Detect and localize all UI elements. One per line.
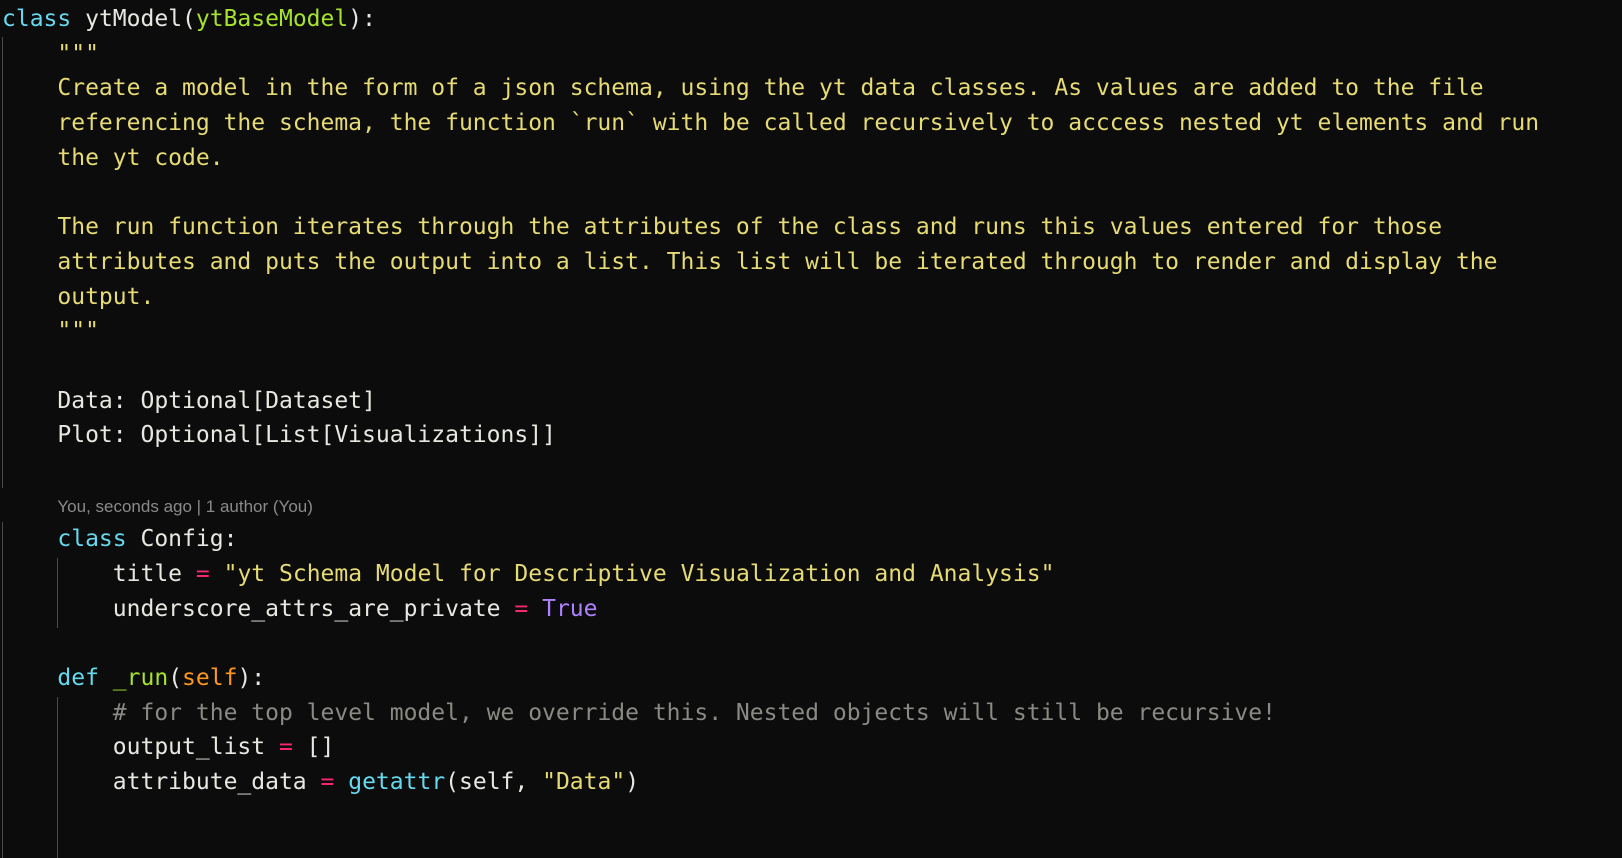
code-token: ):	[237, 665, 266, 692]
code-token: )	[625, 769, 640, 796]
code-line[interactable]	[2, 349, 1622, 384]
code-line[interactable]: the yt code.	[2, 141, 1622, 176]
code-editor[interactable]: class ytModel(ytBaseModel): """ Create a m…	[2, 2, 1622, 858]
indent-guide	[2, 37, 3, 488]
code-line[interactable]: output_list = []	[2, 730, 1622, 765]
indent-guide	[57, 697, 58, 858]
code-token: self	[182, 665, 238, 692]
code-line[interactable]: def _run(self):	[2, 661, 1622, 696]
code-line[interactable]: Create a model in the form of a json sch…	[2, 71, 1622, 106]
code-token: attributes and puts the output into a li…	[57, 248, 1498, 275]
code-token: =	[195, 561, 210, 587]
code-token: class	[57, 526, 127, 553]
code-line[interactable]	[2, 626, 1622, 661]
git-blame-annotation[interactable]: You, seconds ago | 1 author (You)	[2, 488, 1622, 523]
code-token: referencing the schema, the function `ru…	[57, 110, 1540, 137]
code-token: Config:	[126, 526, 238, 553]
code-token: Plot: Optional[List[Visualizations]]	[57, 422, 556, 449]
code-line[interactable]	[2, 175, 1622, 210]
code-line[interactable]: # for the top level model, we override t…	[2, 696, 1622, 731]
code-token: title	[112, 561, 196, 587]
code-token: ytModel(	[85, 6, 196, 32]
code-token: _run	[112, 665, 169, 692]
code-token: []	[292, 734, 335, 761]
code-token: output.	[57, 283, 155, 310]
code-token: =	[514, 595, 529, 622]
code-token: # for the top level model, we override t…	[112, 699, 1276, 726]
code-token: Create a model in the form of a json sch…	[57, 75, 1484, 102]
code-token: (self,	[445, 769, 543, 796]
code-line[interactable]: """	[2, 37, 1622, 72]
code-token: "yt Schema Model for Descriptive Visuali…	[223, 561, 1055, 587]
code-line[interactable]: class ytModel(ytBaseModel):	[2, 2, 1622, 37]
code-token: """	[57, 40, 99, 67]
code-token: =	[278, 734, 293, 761]
code-token: The run function iterates through the at…	[57, 214, 1443, 241]
code-line[interactable]: class Config:	[2, 522, 1622, 557]
indent-guide	[2, 522, 3, 858]
code-token: Data: Optional[Dataset]	[57, 387, 376, 414]
code-line[interactable]: attribute_data = getattr(self, "Data")	[2, 765, 1622, 800]
code-line[interactable]: The run function iterates through the at…	[2, 210, 1622, 245]
code-line[interactable]	[2, 800, 1622, 835]
code-line[interactable]: Data: Optional[Dataset]	[2, 384, 1622, 419]
code-line[interactable]: referencing the schema, the function `ru…	[2, 106, 1622, 141]
blame-text[interactable]: You, seconds ago | 1 author (You)	[57, 497, 313, 516]
code-line[interactable]	[2, 453, 1622, 488]
code-token: True	[542, 595, 598, 622]
code-token: ):	[348, 6, 376, 32]
code-line[interactable]: attributes and puts the output into a li…	[2, 245, 1622, 280]
indent-guide	[57, 558, 58, 628]
code-line[interactable]: output.	[2, 280, 1622, 315]
code-line[interactable]: title = "yt Schema Model for Descriptive…	[2, 557, 1622, 592]
code-token: =	[320, 769, 335, 796]
code-token: (	[168, 665, 183, 692]
code-token: getattr	[348, 769, 446, 796]
code-line[interactable]: """	[2, 314, 1622, 349]
code-token: the yt code.	[57, 144, 224, 171]
code-token: output_list	[112, 734, 279, 761]
code-line[interactable]: underscore_attrs_are_private = True	[2, 592, 1622, 627]
code-token: def	[57, 665, 99, 692]
code-token: "Data"	[542, 769, 626, 796]
code-token: ytBaseModel	[195, 6, 349, 32]
code-line[interactable]: Plot: Optional[List[Visualizations]]	[2, 418, 1622, 453]
code-token: underscore_attrs_are_private	[112, 595, 515, 622]
code-token: attribute_data	[112, 769, 321, 796]
code-token: """	[57, 318, 99, 345]
code-token: class	[2, 6, 72, 32]
